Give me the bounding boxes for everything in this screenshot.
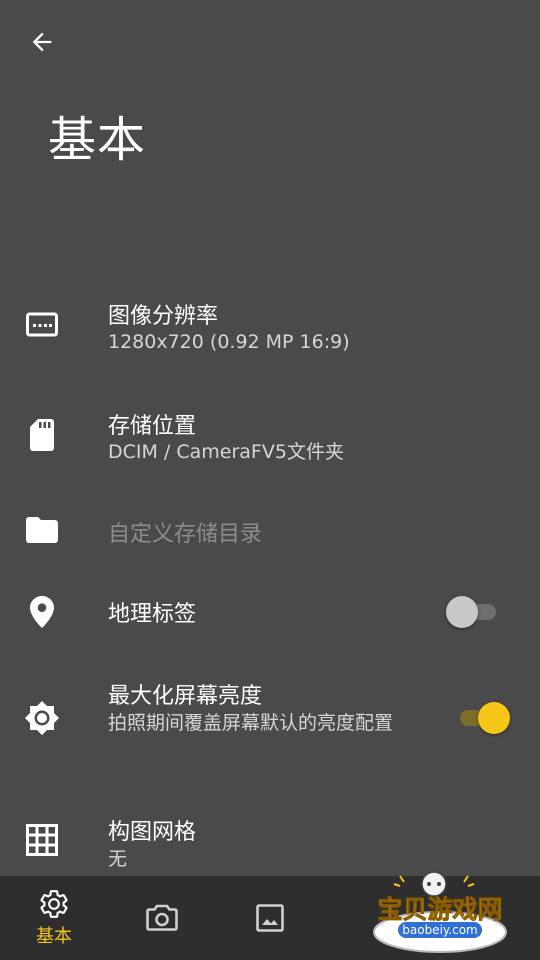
setting-title: 构图网格 [108,820,197,845]
page-title: 基本 [48,112,147,168]
sd-card-icon [22,415,62,455]
nav-tab-basic[interactable]: 基本 [0,876,108,960]
setting-storage[interactable]: 存储位置 DCIM / CameraFV5文件夹 [0,400,540,480]
nav-tab-label: 基本 [36,926,72,947]
max-brightness-toggle[interactable] [454,702,510,734]
watermark-url: baobeiy.com [402,923,477,937]
location-pin-icon [22,592,62,632]
back-button[interactable] [22,22,62,62]
setting-composition-grid[interactable]: 构图网格 无 [0,806,540,876]
watermark-text: 宝贝游戏网 [377,895,502,924]
gear-icon [40,890,68,918]
site-watermark-logo: 宝贝游戏网 baobeiy.com [360,868,520,956]
setting-title: 地理标签 [108,602,197,627]
setting-custom-directory[interactable]: 自定义存储目录 [0,510,540,554]
setting-max-brightness[interactable]: 最大化屏幕亮度 拍照期间覆盖屏幕默认的亮度配置 [0,672,540,772]
geotag-toggle[interactable] [446,596,502,628]
setting-subtitle: 1280x720 (0.92 MP 16:9) [108,331,350,353]
folder-icon [22,510,62,550]
setting-geotag[interactable]: 地理标签 [0,590,540,634]
camera-icon [146,904,178,931]
nav-tab-gallery[interactable] [216,876,324,960]
setting-title: 自定义存储目录 [108,522,263,547]
arrow-left-icon [32,32,52,52]
brightness-icon [22,698,62,738]
setting-title: 图像分辨率 [108,304,219,329]
setting-resolution[interactable]: 图像分辨率 1280x720 (0.92 MP 16:9) [0,290,540,370]
setting-subtitle: 拍照期间覆盖屏幕默认的亮度配置 [108,712,394,734]
resolution-icon [22,305,62,345]
nav-tab-camera[interactable] [108,876,216,960]
setting-title: 存储位置 [108,414,197,439]
settings-screen: 基本 图像分辨率 1280x720 (0.92 MP 16:9) 存储位置 DC… [0,0,540,960]
toggle-thumb [478,702,510,734]
image-icon [256,904,284,932]
toggle-thumb [446,596,478,628]
setting-title: 最大化屏幕亮度 [108,684,263,709]
setting-subtitle: DCIM / CameraFV5文件夹 [108,441,344,463]
grid-icon [22,820,62,860]
